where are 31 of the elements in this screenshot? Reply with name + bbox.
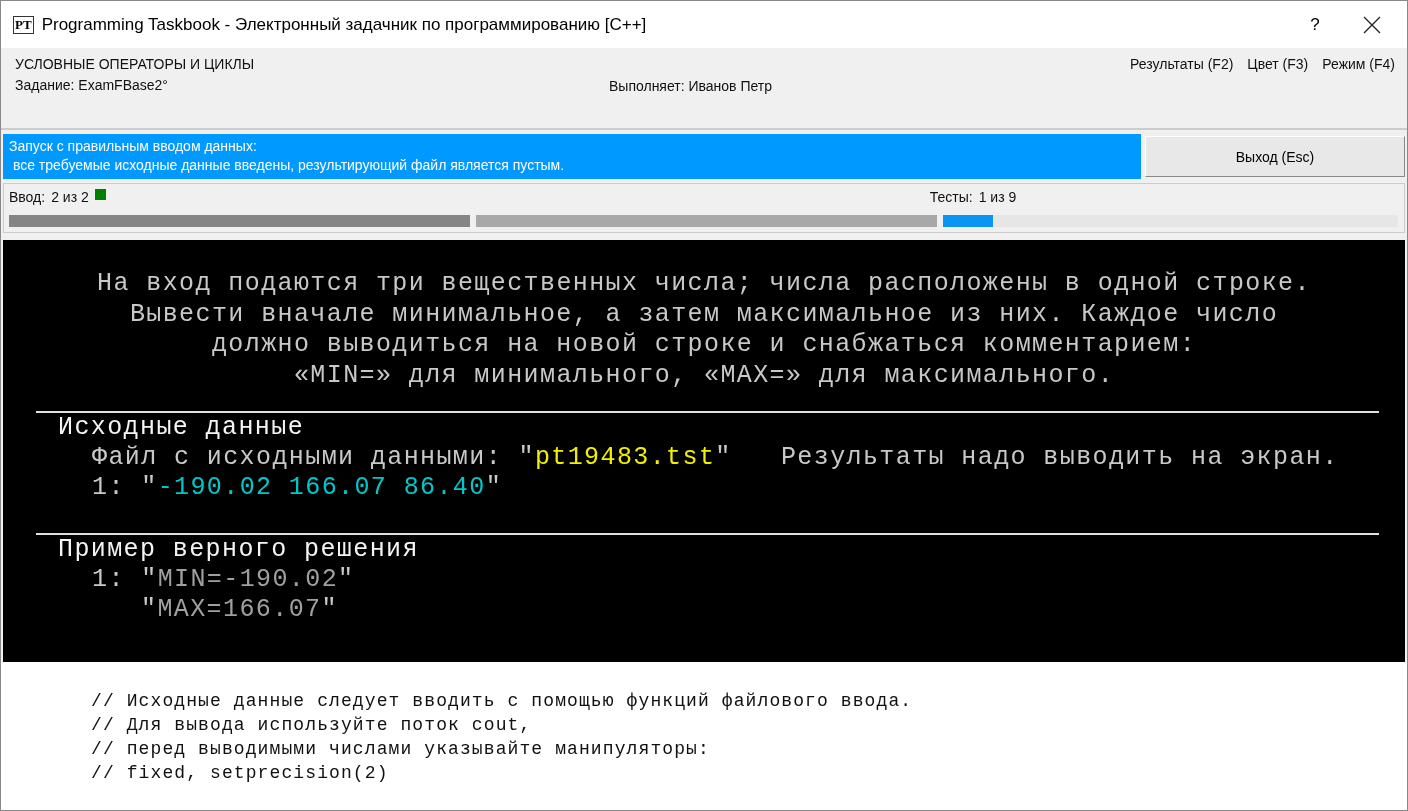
section-heading: Пример верного решения (57, 535, 420, 565)
data-line: Файл с исходными данными: "pt19483.tst" Результаты надо выводить на экран. (91, 443, 1340, 473)
status-line: Запуск с правильным вводом данных: (9, 137, 258, 156)
section-heading: Исходные данные (57, 413, 306, 443)
help-button[interactable]: ? (1295, 14, 1335, 35)
code-comment: // Для вывода используйте поток cout, (91, 714, 533, 737)
tests-count: 1 из 9 (978, 189, 1017, 205)
task-text-line: Вывести вначале минимальное, а затем максимальное из них. Каждое число (129, 299, 1279, 330)
exit-button[interactable]: Выход (Esc) (1145, 136, 1405, 177)
data-line: 1: "MIN=-190.02" (91, 565, 356, 595)
code-comment: // Исходные данные следует вводить с помощью функций файлового ввода. (91, 690, 914, 713)
input-label: Ввод: (9, 189, 46, 205)
task-group: УСЛОВНЫЕ ОПЕРАТОРЫ И ЦИКЛЫ (15, 56, 609, 72)
task-text-line: На вход подаются три вещественных числа; числа расположены в одной строке. (97, 269, 1311, 300)
data-line: 1: "-190.02 166.07 86.40" (91, 473, 504, 503)
menu-item[interactable]: Режим (F4) (1322, 56, 1395, 72)
code-comment: // перед выводимыми числами указывайте манипуляторы: (91, 738, 711, 761)
status-line: все требуемые исходные данные введены, результирующий файл является пустым. (11, 156, 566, 175)
code-comment: // fixed, setprecision(2) (91, 762, 390, 785)
task-text-line: «MIN=» для минимального, «MAX=» для максимального. (293, 360, 1115, 391)
menu-item[interactable]: Результаты (F2) (1130, 56, 1234, 72)
menu-item[interactable]: Цвет (F3) (1247, 56, 1309, 72)
close-icon[interactable] (1363, 15, 1381, 34)
app-logo: PT (13, 15, 34, 34)
student-name: Выполняет: Иванов Петр (609, 78, 773, 94)
task-name: Задание: ExamFBase2° (15, 77, 169, 93)
task-text-line: должно выводиться на новой строке и снабжаться комментарием: (211, 330, 1197, 361)
data-line: "MAX=166.07" (140, 595, 339, 625)
tests-label: Тесты: (929, 189, 973, 205)
window-title: Programming Taskbook - Электронный задачник по программированию [C++] (41, 14, 648, 35)
input-count: 2 из 2 (51, 189, 89, 205)
